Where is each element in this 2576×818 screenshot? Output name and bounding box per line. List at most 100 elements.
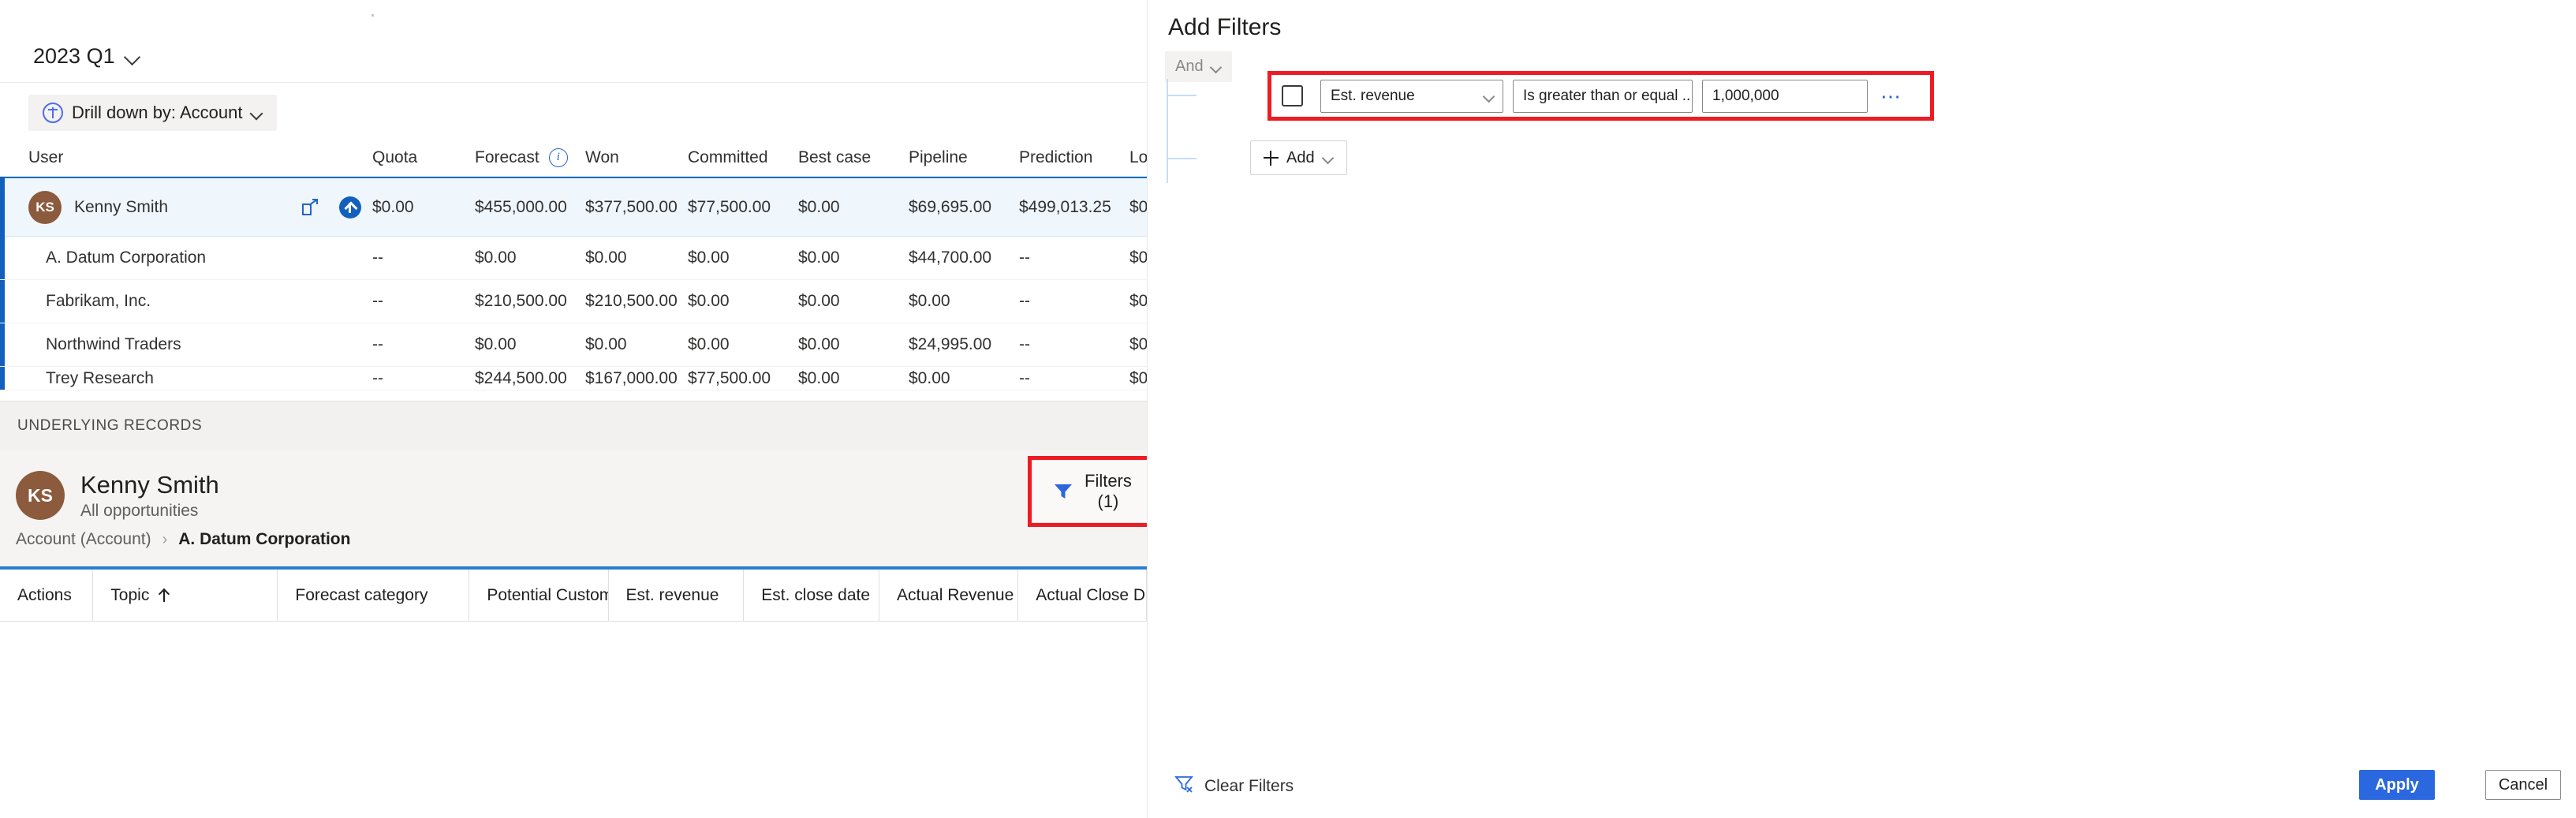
chevron-down-icon [1484, 91, 1495, 102]
row-won: $167,000.00 [585, 369, 688, 388]
underlying-person: KS Kenny Smith All opportunities [16, 471, 219, 521]
row-pipeline: $44,700.00 [909, 248, 1019, 267]
row-forecast: $0.00 [475, 335, 585, 354]
row-committed: $0.00 [688, 335, 798, 354]
funnel-icon [1053, 482, 1073, 501]
row-quota: -- [372, 292, 475, 311]
row-user-name: Kenny Smith [74, 198, 168, 217]
column-header-best-case[interactable]: Best case [798, 148, 909, 167]
conjunction-selector[interactable]: And [1165, 51, 1232, 82]
row-quota: -- [372, 335, 475, 354]
records-grid-header: Actions Topic Forecast category Potentia… [0, 570, 1147, 622]
apply-button[interactable]: Apply [2359, 770, 2435, 800]
row-lost: $0.00 [1129, 198, 1147, 217]
period-bar: 2023 Q1 [0, 38, 1147, 83]
decorative-dot [371, 14, 374, 17]
row-quota: -- [372, 369, 475, 388]
breadcrumb-current: A. Datum Corporation [178, 530, 350, 549]
filter-row: Est. revenue Is greater than or equal ..… [1266, 69, 1936, 122]
table-row[interactable]: Northwind Traders -- $0.00 $0.00 $0.00 $… [0, 323, 1147, 367]
share-icon[interactable] [300, 197, 320, 218]
row-prediction: -- [1019, 335, 1129, 354]
cancel-button[interactable]: Cancel [2485, 770, 2561, 800]
row-best-case: $0.00 [798, 248, 909, 267]
row-account-name: A. Datum Corporation [0, 248, 300, 267]
clear-filters-button[interactable]: Clear Filters [1170, 774, 1298, 798]
row-prediction: -- [1019, 248, 1129, 267]
row-best-case: $0.00 [798, 335, 909, 354]
drilldown-by-button[interactable]: Drill down by: Account [28, 95, 277, 131]
column-header-quota[interactable]: Quota [372, 148, 475, 167]
column-header-topic[interactable]: Topic [93, 570, 278, 621]
row-forecast: $455,000.00 [475, 198, 585, 217]
clear-filter-icon [1174, 775, 1194, 797]
row-quota: $0.00 [372, 198, 475, 217]
row-pipeline: $0.00 [909, 292, 1019, 311]
table-row[interactable]: KS Kenny Smith $0.00 $455,000.00 $3 [0, 177, 1147, 237]
period-selector[interactable]: 2023 Q1 [28, 41, 145, 72]
row-committed: $0.00 [688, 292, 798, 311]
row-forecast: $244,500.00 [475, 369, 585, 388]
filter-operator-select[interactable]: Is greater than or equal ... [1513, 80, 1693, 113]
column-header-est-revenue[interactable]: Est. revenue [609, 570, 745, 621]
row-quota: -- [372, 248, 475, 267]
column-header-actual-close-date[interactable]: Actual Close D [1018, 570, 1147, 621]
filter-row-checkbox[interactable] [1282, 85, 1303, 106]
row-won: $0.00 [585, 335, 688, 354]
filter-value-input[interactable] [1702, 80, 1868, 113]
column-header-user[interactable]: User [0, 148, 300, 167]
filters-button-highlight: Filters (1) [1028, 456, 1147, 527]
chevron-down-icon [1323, 152, 1334, 163]
column-header-forecast-label: Forecast [475, 148, 539, 167]
forecast-grid: User Quota Forecast i Won Committed Best… [0, 139, 1147, 390]
column-header-pipeline[interactable]: Pipeline [909, 148, 1019, 167]
info-icon[interactable]: i [549, 148, 568, 167]
chevron-down-icon [125, 49, 140, 65]
row-won: $0.00 [585, 248, 688, 267]
row-committed: $0.00 [688, 248, 798, 267]
column-header-forecast-category[interactable]: Forecast category [278, 570, 469, 621]
row-pipeline: $24,995.00 [909, 335, 1019, 354]
table-row[interactable]: Fabrikam, Inc. -- $210,500.00 $210,500.0… [0, 280, 1147, 323]
row-prediction: $499,013.25 [1019, 198, 1129, 217]
column-header-forecast[interactable]: Forecast i [475, 148, 585, 167]
forecast-panel: 2023 Q1 Drill down by: Account User Quot… [0, 0, 1147, 818]
row-pipeline: $69,695.00 [909, 198, 1019, 217]
column-header-est-close-date[interactable]: Est. close date [744, 570, 879, 621]
row-won: $210,500.00 [585, 292, 688, 311]
row-prediction: -- [1019, 369, 1129, 388]
drilldown-label: Drill down by: Account [72, 103, 242, 123]
filter-tree-stub [1167, 95, 1197, 96]
row-lost: $0.00 [1129, 248, 1147, 267]
filter-operator-value: Is greater than or equal ... [1523, 88, 1693, 105]
column-header-won[interactable]: Won [585, 148, 688, 167]
avatar: KS [16, 471, 65, 520]
row-account-name: Northwind Traders [0, 335, 300, 354]
table-row[interactable]: A. Datum Corporation -- $0.00 $0.00 $0.0… [0, 237, 1147, 280]
row-account-name: Trey Research [0, 369, 300, 388]
arrow-up-icon [339, 196, 361, 219]
table-row[interactable]: Trey Research -- $244,500.00 $167,000.00… [0, 367, 1147, 390]
add-filter-button[interactable]: Add [1250, 140, 1347, 175]
app-root: 2023 Q1 Drill down by: Account User Quot… [0, 0, 2576, 818]
clear-filters-label: Clear Filters [1204, 777, 1294, 796]
column-header-topic-label: Topic [110, 586, 149, 605]
filters-button[interactable]: Filters (1) [1032, 460, 1147, 523]
row-best-case: $0.00 [798, 369, 909, 388]
column-header-actual-revenue[interactable]: Actual Revenue [879, 570, 1018, 621]
row-user-cell: KS Kenny Smith [0, 191, 300, 224]
underlying-records-label: UNDERLYING RECORDS [17, 417, 202, 435]
column-header-committed[interactable]: Committed [688, 148, 798, 167]
column-header-potential-customer[interactable]: Potential Customer [469, 570, 608, 621]
row-committed: $77,500.00 [688, 369, 798, 388]
filter-field-select[interactable]: Est. revenue [1320, 80, 1503, 113]
row-best-case: $0.00 [798, 198, 909, 217]
breadcrumb-root[interactable]: Account (Account) [16, 530, 151, 549]
plus-icon [1264, 151, 1279, 166]
column-header-lost[interactable]: Lost [1129, 148, 1147, 167]
filter-tree-stub [1167, 158, 1197, 159]
column-header-actions[interactable]: Actions [0, 570, 93, 621]
column-header-prediction[interactable]: Prediction [1019, 148, 1129, 167]
row-best-case: $0.00 [798, 292, 909, 311]
overflow-menu-icon[interactable]: ⋯ [1880, 86, 1902, 106]
